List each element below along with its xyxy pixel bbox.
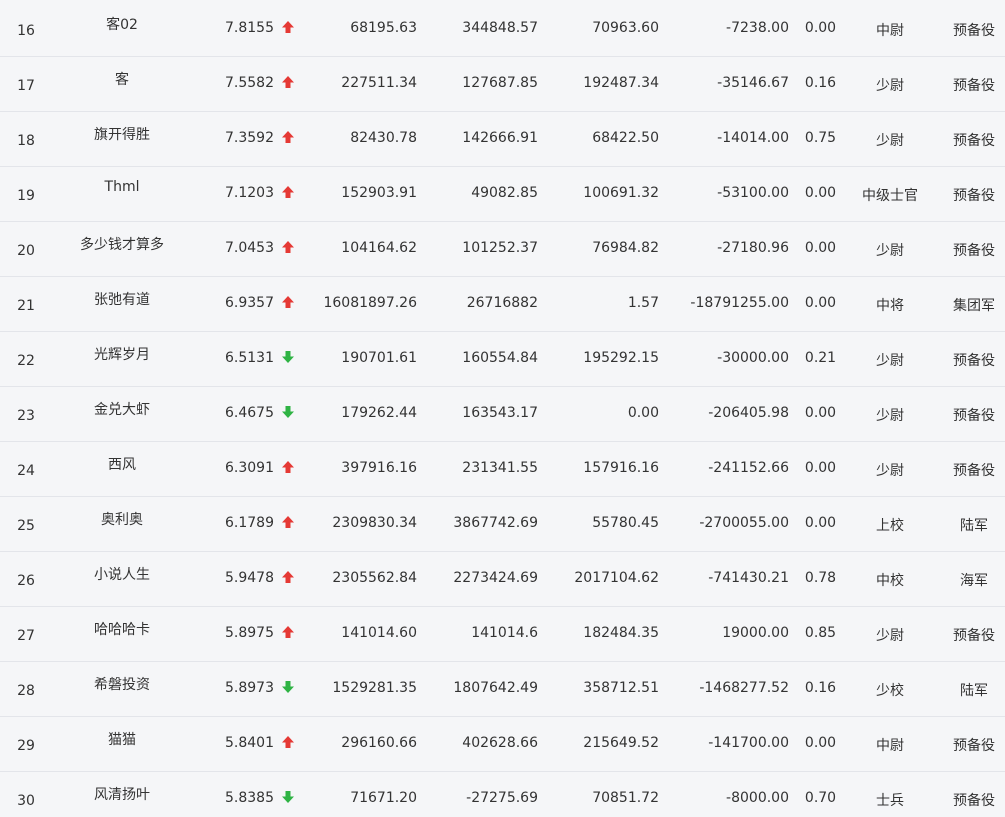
- arrow-up-icon: [281, 735, 299, 753]
- table-row[interactable]: 27 哈哈哈卡 5.8975 141014.60 141014.6 182484…: [0, 607, 1005, 662]
- arrow-up-icon: [281, 240, 299, 258]
- arrow-down-icon: [281, 790, 299, 808]
- arrow-up-icon: [281, 75, 299, 93]
- arrow-up-icon: [281, 515, 299, 533]
- table-row[interactable]: 19 Thml 7.1203 152903.91 49082.85 100691…: [0, 167, 1005, 222]
- branch-label: 预备役: [953, 793, 995, 809]
- table-row[interactable]: 18 旗开得胜 7.3592 82430.78 142666.91 68422.…: [0, 112, 1005, 167]
- table-row[interactable]: 26 小说人生 5.9478 2305562.84 2273424.69 201…: [0, 552, 1005, 607]
- table-row[interactable]: 21 张弛有道 6.9357 16081897.26 26716882 1.57…: [0, 277, 1005, 332]
- arrow-down-icon: [281, 350, 299, 368]
- arrow-up-icon: [281, 20, 299, 38]
- value-2: -27275.69: [466, 790, 538, 806]
- score-value: 5.8385: [225, 790, 274, 806]
- table-row[interactable]: 16 客02 7.8155 68195.63 344848.57 70963.6…: [0, 2, 1005, 57]
- table-row[interactable]: 25 奥利奥 6.1789 2309830.34 3867742.69 5578…: [0, 497, 1005, 552]
- ratio-value: 0.70: [804, 790, 837, 806]
- table-row[interactable]: 23 金兑大虾 6.4675 179262.44 163543.17 0.00 …: [0, 387, 1005, 442]
- arrow-down-icon: [281, 405, 299, 423]
- arrow-up-icon: [281, 295, 299, 313]
- table-row[interactable]: 20 多少钱才算多 7.0453 104164.62 101252.37 769…: [0, 222, 1005, 277]
- table-row[interactable]: 22 光辉岁月 6.5131 190701.61 160554.84 19529…: [0, 332, 1005, 387]
- military-rank: 士兵: [876, 793, 904, 809]
- arrow-down-icon: [281, 680, 299, 698]
- arrow-up-icon: [281, 570, 299, 588]
- rank-number: 30: [17, 793, 35, 809]
- arrow-up-icon: [281, 460, 299, 478]
- arrow-up-icon: [281, 130, 299, 148]
- table-row[interactable]: 24 西风 6.3091 397916.16 231341.55 157916.…: [0, 442, 1005, 497]
- ranking-table: 16 客02 7.8155 68195.63 344848.57 70963.6…: [0, 0, 1005, 817]
- value-1: 71671.20: [350, 790, 417, 806]
- table-row[interactable]: 28 希磐投资 5.8973 1529281.35 1807642.49 358…: [0, 662, 1005, 717]
- value-3: 70851.72: [592, 790, 659, 806]
- table-row[interactable]: 17 客 7.5582 227511.34 127687.85 192487.3…: [0, 57, 1005, 112]
- table-row[interactable]: 29 猫猫 5.8401 296160.66 402628.66 215649.…: [0, 717, 1005, 772]
- arrow-up-icon: [281, 625, 299, 643]
- user-name[interactable]: 风清扬叶: [58, 784, 186, 817]
- arrow-up-icon: [281, 185, 299, 203]
- table-row[interactable]: 30 风清扬叶 5.8385 71671.20 -27275.69 70851.…: [0, 772, 1005, 817]
- value-4: -8000.00: [726, 790, 789, 806]
